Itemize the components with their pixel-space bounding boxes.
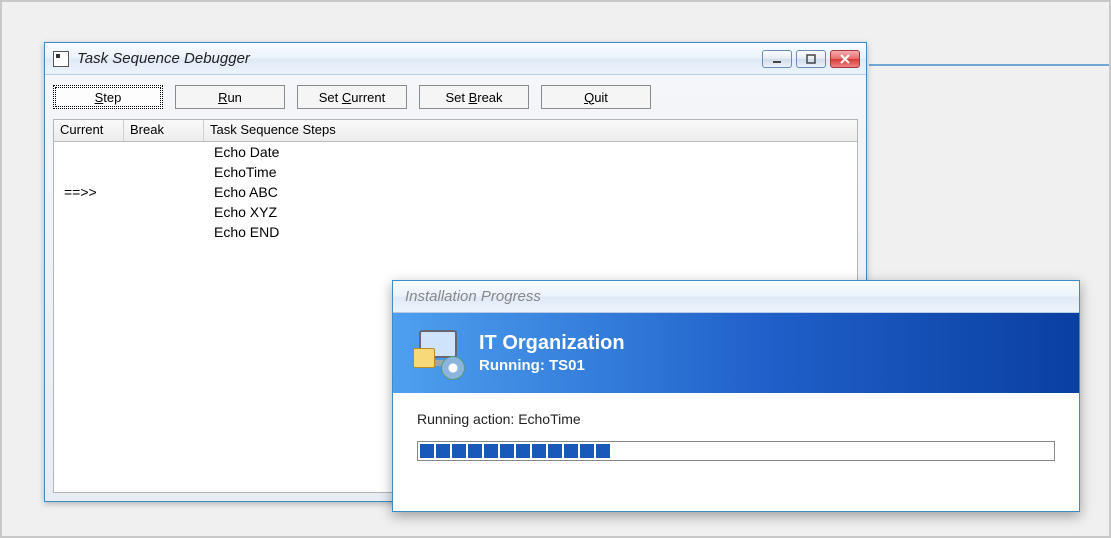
- progress-title: Installation Progress: [405, 288, 541, 305]
- progress-banner: IT Organization Running: TS01: [393, 313, 1079, 393]
- action-name: EchoTime: [518, 411, 581, 427]
- step-button[interactable]: Step: [53, 85, 163, 109]
- table-row[interactable]: Echo END: [54, 224, 857, 244]
- minimize-icon: [772, 54, 782, 64]
- table-row[interactable]: Echo Date: [54, 144, 857, 164]
- col-break[interactable]: Break: [124, 120, 204, 141]
- progress-segment: [516, 444, 530, 458]
- progress-segment: [484, 444, 498, 458]
- cell-break: [130, 164, 210, 184]
- cell-step: Echo END: [210, 224, 857, 244]
- setbreak-button-label: Set Break: [445, 90, 502, 105]
- minimize-button[interactable]: [762, 50, 792, 68]
- table-row[interactable]: ==>> Echo ABC: [54, 184, 857, 204]
- cell-current: ==>>: [60, 184, 130, 204]
- running-prefix: Running:: [479, 357, 545, 374]
- progress-window: Installation Progress IT Organization Ru…: [392, 280, 1080, 512]
- cell-current: [60, 164, 130, 184]
- progress-segment: [436, 444, 450, 458]
- setcurrent-button-label: Set Current: [319, 90, 385, 105]
- progress-bar: [417, 441, 1055, 461]
- quit-button[interactable]: Quit: [541, 85, 651, 109]
- setbreak-button[interactable]: Set Break: [419, 85, 529, 109]
- progress-segment: [548, 444, 562, 458]
- progress-segment: [420, 444, 434, 458]
- progress-segment: [580, 444, 594, 458]
- run-button-label: Run: [218, 90, 242, 105]
- debugger-title: Task Sequence Debugger: [77, 50, 754, 67]
- table-row[interactable]: EchoTime: [54, 164, 857, 184]
- cell-step: Echo ABC: [210, 184, 857, 204]
- cell-step: Echo XYZ: [210, 204, 857, 224]
- step-button-label: Step: [95, 90, 122, 105]
- cell-break: [130, 144, 210, 164]
- run-button[interactable]: Run: [175, 85, 285, 109]
- app-icon: [53, 51, 69, 67]
- col-current[interactable]: Current: [54, 120, 124, 141]
- cell-current: [60, 224, 130, 244]
- cell-step: Echo Date: [210, 144, 857, 164]
- maximize-button[interactable]: [796, 50, 826, 68]
- cell-break: [130, 224, 210, 244]
- progress-segment: [468, 444, 482, 458]
- close-button[interactable]: [830, 50, 860, 68]
- running-line: Running: TS01: [479, 357, 625, 374]
- action-prefix: Running action:: [417, 411, 514, 427]
- cell-break: [130, 204, 210, 224]
- close-icon: [840, 54, 850, 64]
- cell-current: [60, 204, 130, 224]
- progress-titlebar[interactable]: Installation Progress: [393, 281, 1079, 313]
- action-label: Running action: EchoTime: [417, 411, 1055, 427]
- org-name: IT Organization: [479, 332, 625, 355]
- cell-step: EchoTime: [210, 164, 857, 184]
- col-steps[interactable]: Task Sequence Steps: [204, 120, 857, 141]
- progress-segment: [500, 444, 514, 458]
- setup-icon: [413, 328, 463, 378]
- toolbar: Step Run Set Current Set Break Quit: [53, 81, 858, 119]
- running-name: TS01: [549, 357, 585, 374]
- progress-segment: [532, 444, 546, 458]
- progress-segment: [596, 444, 610, 458]
- cell-current: [60, 144, 130, 164]
- list-headers: Current Break Task Sequence Steps: [54, 120, 857, 142]
- cell-break: [130, 184, 210, 204]
- maximize-icon: [806, 54, 816, 64]
- debugger-titlebar[interactable]: Task Sequence Debugger: [45, 43, 866, 75]
- progress-segment: [452, 444, 466, 458]
- decorative-line: [869, 64, 1109, 66]
- table-row[interactable]: Echo XYZ: [54, 204, 857, 224]
- quit-button-label: Quit: [584, 90, 608, 105]
- progress-body: Running action: EchoTime: [393, 393, 1079, 479]
- window-buttons: [762, 50, 860, 68]
- setcurrent-button[interactable]: Set Current: [297, 85, 407, 109]
- progress-segment: [564, 444, 578, 458]
- banner-text: IT Organization Running: TS01: [479, 332, 625, 374]
